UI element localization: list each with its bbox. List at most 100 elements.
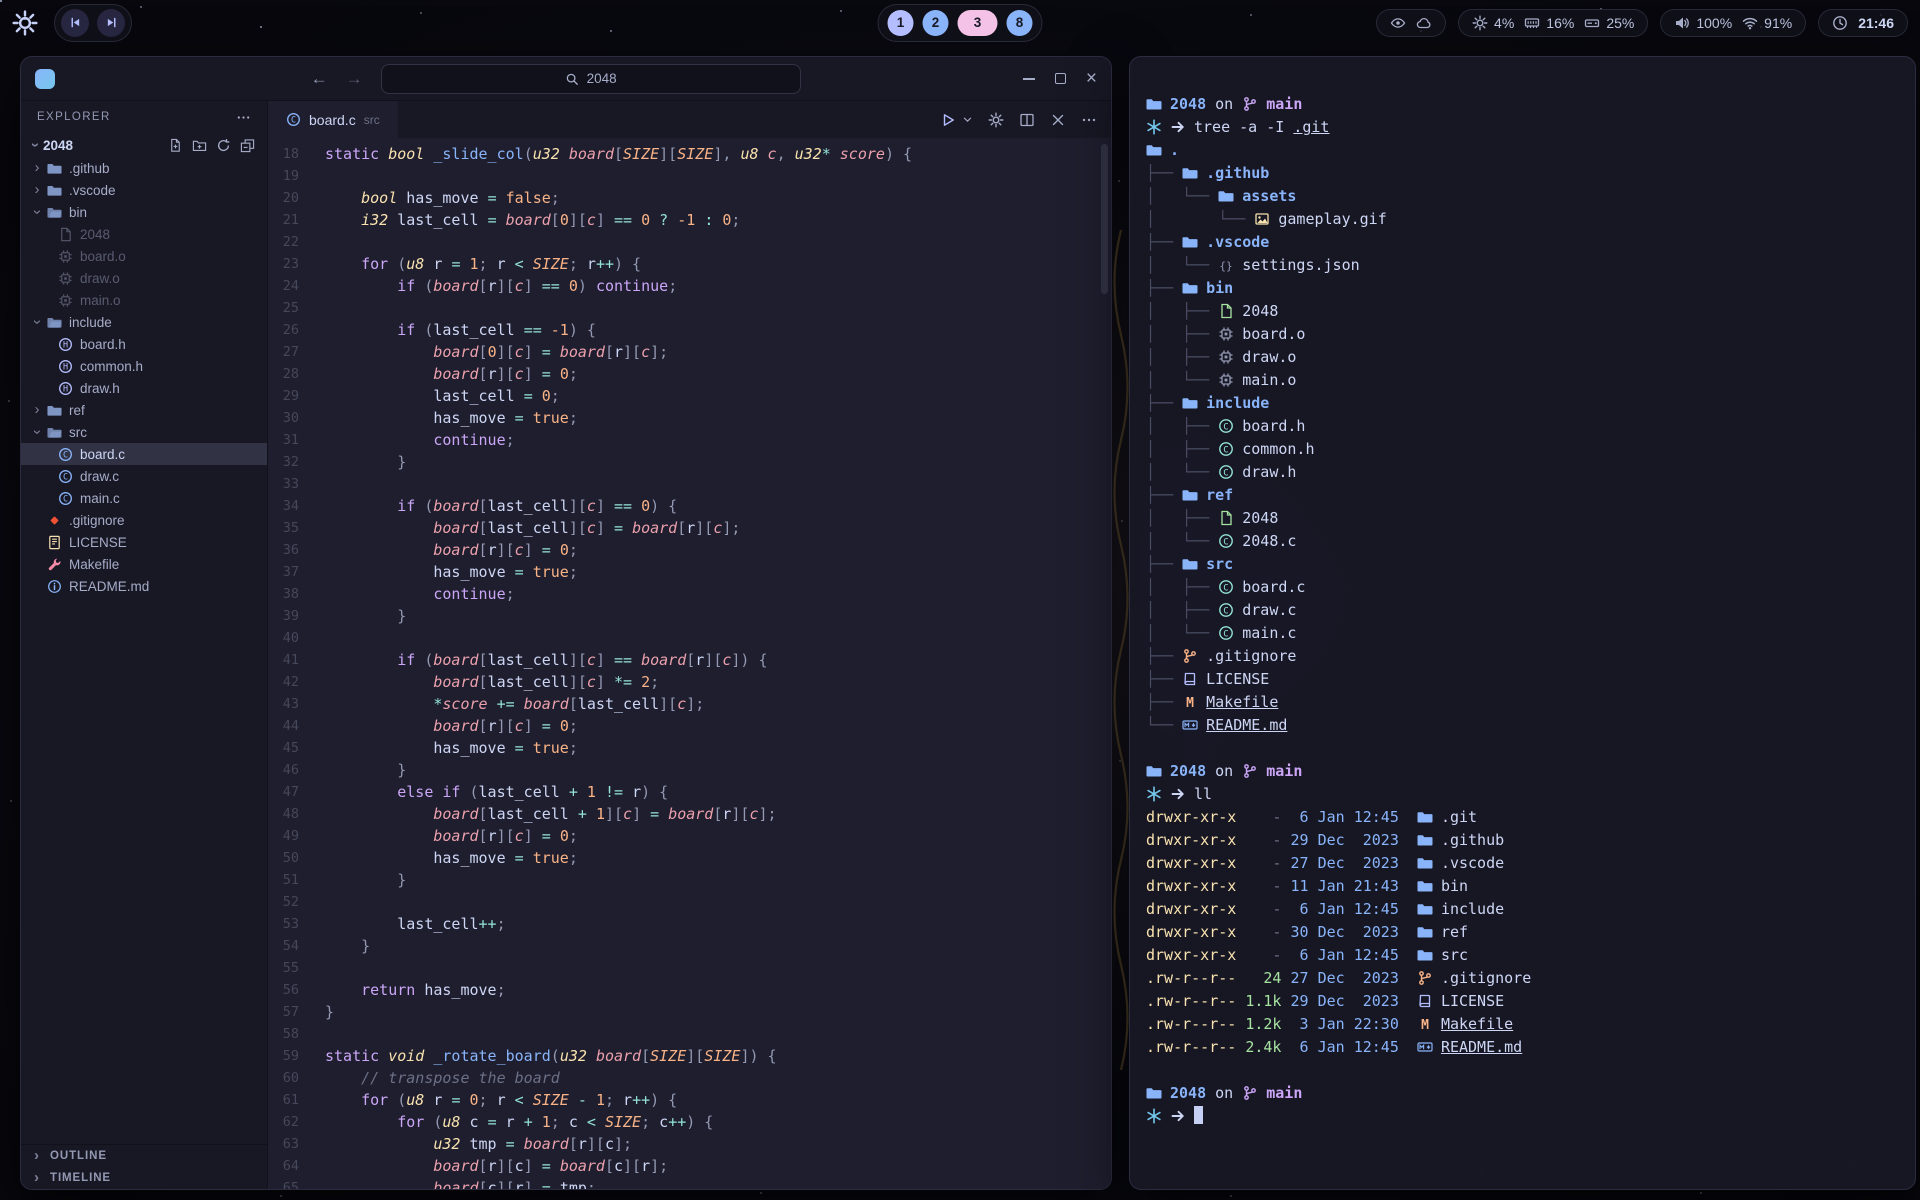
workspace-3-active[interactable]: 3	[958, 10, 998, 36]
line-number[interactable]: 60	[268, 1067, 299, 1089]
system-stats[interactable]: 4% 16% 25%	[1458, 9, 1648, 37]
line-number[interactable]: 54	[268, 935, 299, 957]
run-dropdown-icon[interactable]	[962, 114, 973, 125]
line-number[interactable]: 36	[268, 539, 299, 561]
run-button[interactable]	[940, 112, 956, 128]
workspace-1[interactable]: 1	[888, 10, 914, 36]
line-number[interactable]: 28	[268, 363, 299, 385]
explorer-item-include[interactable]: ›include	[21, 311, 267, 333]
settings-gear-button[interactable]	[988, 112, 1004, 128]
close-editor-button[interactable]	[1050, 112, 1066, 128]
explorer-item-draw.o[interactable]: ›draw.o	[21, 267, 267, 289]
line-number[interactable]: 38	[268, 583, 299, 605]
line-number[interactable]: 30	[268, 407, 299, 429]
workspace-8[interactable]: 8	[1007, 10, 1033, 36]
explorer-item-common.h[interactable]: ›Hcommon.h	[21, 355, 267, 377]
line-number[interactable]: 58	[268, 1023, 299, 1045]
workspace-2[interactable]: 2	[923, 10, 949, 36]
explorer-item-board.c[interactable]: ›Cboard.c	[21, 443, 267, 465]
explorer-item-.github[interactable]: ›.github	[21, 157, 267, 179]
minimize-button[interactable]	[1023, 78, 1035, 80]
line-number[interactable]: 18	[268, 143, 299, 165]
explorer-item-draw.h[interactable]: ›Hdraw.h	[21, 377, 267, 399]
line-number[interactable]: 34	[268, 495, 299, 517]
editor-scrollbar-thumb[interactable]	[1101, 144, 1108, 294]
line-number[interactable]: 35	[268, 517, 299, 539]
clock-widget[interactable]: 21:46	[1818, 9, 1908, 37]
explorer-item-LICENSE[interactable]: ›LICENSE	[21, 531, 267, 553]
nav-forward-icon[interactable]: →	[346, 69, 363, 89]
explorer-item-board.h[interactable]: ›Hboard.h	[21, 333, 267, 355]
line-number[interactable]: 47	[268, 781, 299, 803]
terminal-window[interactable]: 2048 on maintree -a -I .git.├── .github│…	[1129, 56, 1916, 1190]
line-number[interactable]: 44	[268, 715, 299, 737]
line-number[interactable]: 50	[268, 847, 299, 869]
line-number[interactable]: 64	[268, 1155, 299, 1177]
line-number[interactable]: 31	[268, 429, 299, 451]
line-number[interactable]: 32	[268, 451, 299, 473]
line-number[interactable]: 55	[268, 957, 299, 979]
line-number[interactable]: 22	[268, 231, 299, 253]
line-number[interactable]: 56	[268, 979, 299, 1001]
line-number[interactable]: 43	[268, 693, 299, 715]
line-number[interactable]: 26	[268, 319, 299, 341]
collapse-folders-button[interactable]	[240, 138, 255, 153]
outline-section[interactable]: › OUTLINE	[21, 1145, 267, 1167]
media-prev-button[interactable]	[61, 9, 89, 37]
line-number[interactable]: 45	[268, 737, 299, 759]
explorer-item-main.c[interactable]: ›Cmain.c	[21, 487, 267, 509]
media-next-button[interactable]	[97, 9, 125, 37]
line-number[interactable]: 53	[268, 913, 299, 935]
line-number[interactable]: 59	[268, 1045, 299, 1067]
close-button[interactable]: ×	[1086, 69, 1097, 88]
explorer-item-README.md[interactable]: ›README.md	[21, 575, 267, 597]
editor-more-button[interactable]	[1081, 112, 1097, 128]
line-number[interactable]: 40	[268, 627, 299, 649]
line-number[interactable]: 63	[268, 1133, 299, 1155]
explorer-item-2048[interactable]: ›2048	[21, 223, 267, 245]
line-number[interactable]: 25	[268, 297, 299, 319]
line-number[interactable]: 62	[268, 1111, 299, 1133]
explorer-item-ref[interactable]: ›ref	[21, 399, 267, 421]
refresh-explorer-button[interactable]	[216, 138, 231, 153]
line-number[interactable]: 65	[268, 1177, 299, 1189]
command-center-search[interactable]: 2048	[381, 64, 801, 94]
tab-board.c[interactable]: C board.c src	[268, 101, 398, 138]
explorer-item-board.o[interactable]: ›board.o	[21, 245, 267, 267]
line-number[interactable]: 27	[268, 341, 299, 363]
weather-widget[interactable]	[1376, 9, 1446, 37]
explorer-item-draw.c[interactable]: ›Cdraw.c	[21, 465, 267, 487]
line-number[interactable]: 24	[268, 275, 299, 297]
line-number[interactable]: 19	[268, 165, 299, 187]
line-number[interactable]: 61	[268, 1089, 299, 1111]
line-number[interactable]: 46	[268, 759, 299, 781]
new-file-button[interactable]	[168, 138, 183, 153]
line-number[interactable]: 51	[268, 869, 299, 891]
line-number[interactable]: 57	[268, 1001, 299, 1023]
audio-network-widget[interactable]: 100% 91%	[1660, 9, 1806, 37]
explorer-project-row[interactable]: › 2048	[21, 133, 267, 157]
explorer-item-bin[interactable]: ›bin	[21, 201, 267, 223]
line-number[interactable]: 39	[268, 605, 299, 627]
explorer-item-Makefile[interactable]: ›Makefile	[21, 553, 267, 575]
line-number[interactable]: 49	[268, 825, 299, 847]
explorer-item-src[interactable]: ›src	[21, 421, 267, 443]
line-number[interactable]: 21	[268, 209, 299, 231]
line-number[interactable]: 42	[268, 671, 299, 693]
code-editor[interactable]: 18static bool _slide_col(u32 board[SIZE]…	[268, 138, 1111, 1189]
explorer-item-main.o[interactable]: ›main.o	[21, 289, 267, 311]
line-number[interactable]: 29	[268, 385, 299, 407]
line-number[interactable]: 48	[268, 803, 299, 825]
split-editor-button[interactable]	[1019, 112, 1035, 128]
line-number[interactable]: 41	[268, 649, 299, 671]
line-number[interactable]: 20	[268, 187, 299, 209]
explorer-item-.gitignore[interactable]: ›.gitignore	[21, 509, 267, 531]
explorer-item-.vscode[interactable]: ›.vscode	[21, 179, 267, 201]
timeline-section[interactable]: › TIMELINE	[21, 1167, 267, 1189]
line-number[interactable]: 23	[268, 253, 299, 275]
new-folder-button[interactable]	[192, 138, 207, 153]
vscode-titlebar[interactable]: ← → 2048 ×	[21, 57, 1111, 101]
line-number[interactable]: 33	[268, 473, 299, 495]
explorer-more-icon[interactable]	[236, 110, 251, 125]
launcher-gear-icon[interactable]	[12, 10, 38, 36]
